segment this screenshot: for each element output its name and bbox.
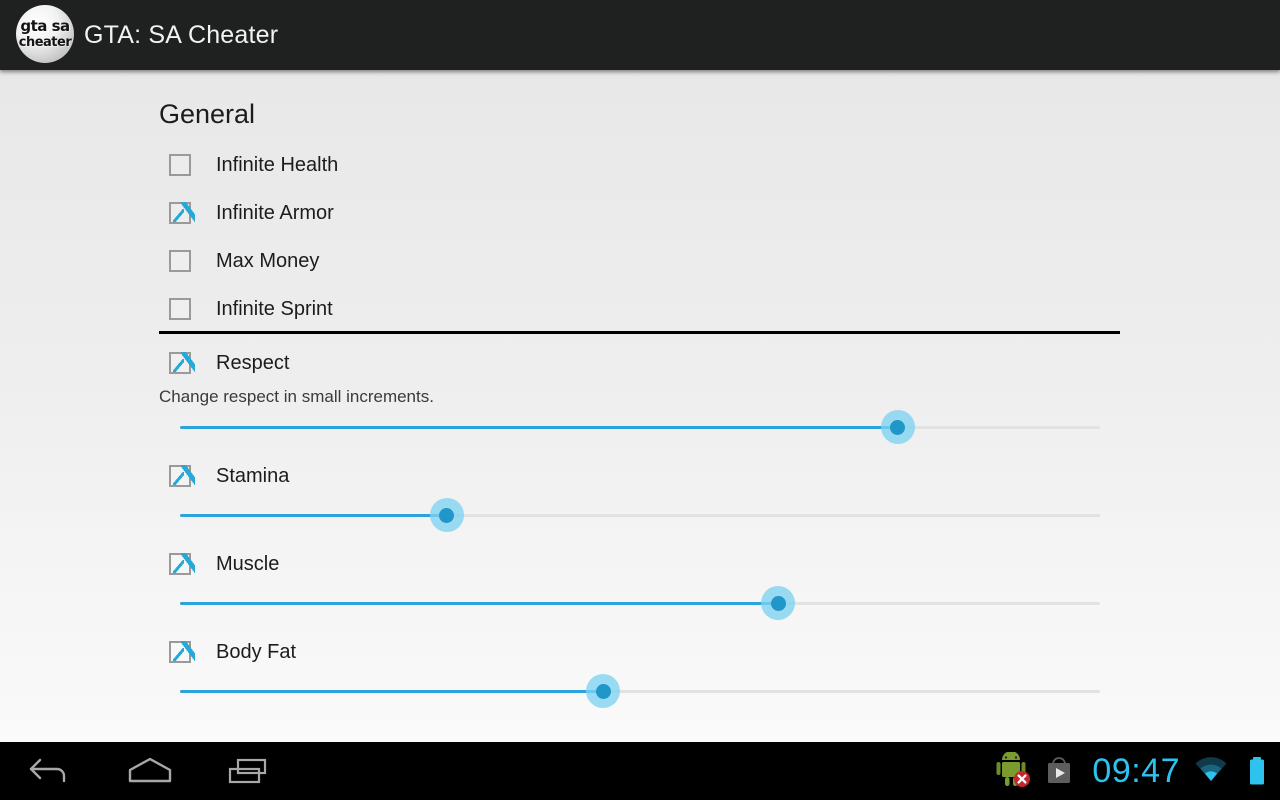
checkbox-body-fat[interactable] <box>169 641 195 663</box>
back-arrow-icon <box>29 758 66 783</box>
home-icon <box>128 757 172 783</box>
slider-muscle[interactable] <box>180 584 1100 624</box>
status-clock: 09:47 <box>1092 751 1180 790</box>
page-title: General <box>159 99 256 129</box>
section-divider <box>159 331 1120 334</box>
slider-respect[interactable] <box>180 408 1100 448</box>
checkbox-label-respect: Respect <box>216 351 290 374</box>
checkbox-row-max-money[interactable]: Max Money <box>169 246 319 276</box>
checkbox-row-infinite-health[interactable]: Infinite Health <box>169 150 338 180</box>
settings-content: General Infinite Health Infinite Armor M… <box>0 70 1280 742</box>
checkbox-row-infinite-sprint[interactable]: Infinite Sprint <box>169 294 333 324</box>
slider-fill-stamina <box>180 514 447 517</box>
slider-thumb-core-respect <box>890 420 906 435</box>
slider-fill-respect <box>180 426 898 429</box>
checkbox-row-respect[interactable]: Respect <box>169 348 289 378</box>
checkbox-label-infinite-sprint: Infinite Sprint <box>216 297 333 320</box>
slider-body-fat[interactable] <box>180 672 1100 712</box>
battery-full-icon[interactable] <box>1234 742 1280 800</box>
nav-home-button[interactable] <box>100 742 200 800</box>
checkbox-row-muscle[interactable]: Muscle <box>169 549 279 579</box>
app-title: GTA: SA Cheater <box>84 21 279 49</box>
checkbox-row-infinite-armor[interactable]: Infinite Armor <box>169 198 334 228</box>
recent-apps-icon <box>228 758 267 784</box>
slider-thumb-core-muscle <box>770 596 786 611</box>
slider-stamina[interactable] <box>180 496 1100 536</box>
respect-subtitle: Change respect in small increments. <box>159 387 434 406</box>
app-title-bar: gta sa cheater GTA: SA Cheater <box>0 0 1280 70</box>
checkbox-label-infinite-armor: Infinite Armor <box>216 201 334 224</box>
app-logo-icon: gta sa cheater <box>16 5 74 63</box>
checkbox-label-stamina: Stamina <box>216 464 290 487</box>
slider-fill-muscle <box>180 602 778 605</box>
app-logo-line-1: gta sa <box>20 17 70 35</box>
checkbox-stamina[interactable] <box>169 465 195 487</box>
android-robot-error-icon[interactable] <box>990 742 1036 800</box>
status-tray: 09:47 <box>990 742 1280 800</box>
nav-back-button[interactable] <box>0 742 100 800</box>
checkbox-label-muscle: Muscle <box>216 552 280 575</box>
app-logo-line-2: cheater <box>18 35 72 50</box>
checkbox-infinite-sprint[interactable] <box>169 298 191 320</box>
checkbox-respect[interactable] <box>169 352 195 374</box>
nav-recents-button[interactable] <box>200 742 300 800</box>
system-navigation-bar: 09:47 <box>0 742 1280 800</box>
checkbox-max-money[interactable] <box>169 250 191 272</box>
play-store-icon[interactable] <box>1036 742 1082 800</box>
checkbox-muscle[interactable] <box>169 553 195 575</box>
wifi-icon[interactable] <box>1188 742 1234 800</box>
checkbox-label-body-fat: Body Fat <box>216 640 297 663</box>
checkbox-row-body-fat[interactable]: Body Fat <box>169 637 296 667</box>
checkbox-row-stamina[interactable]: Stamina <box>169 461 289 491</box>
checkbox-infinite-health[interactable] <box>169 154 191 176</box>
android-tablet-screen: gta sa cheater GTA: SA Cheater General I… <box>0 0 1280 800</box>
checkbox-label-infinite-health: Infinite Health <box>216 153 339 176</box>
slider-fill-body-fat <box>180 690 604 693</box>
checkbox-infinite-armor[interactable] <box>169 202 195 224</box>
checkbox-label-max-money: Max Money <box>216 249 320 272</box>
slider-thumb-core-body-fat <box>595 684 611 699</box>
